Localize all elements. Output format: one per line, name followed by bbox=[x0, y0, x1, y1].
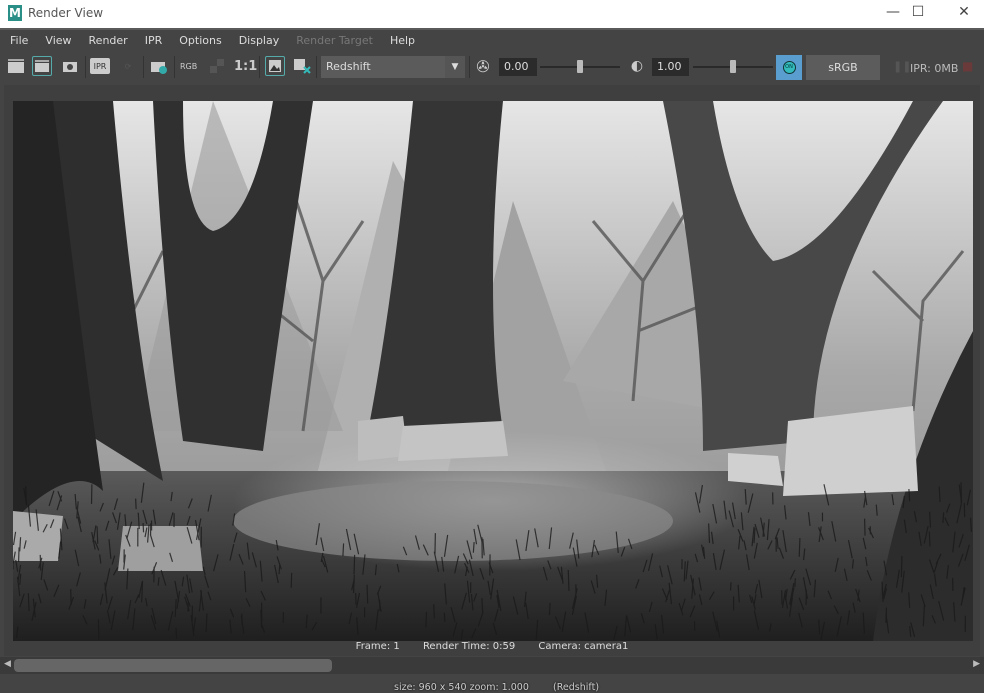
chevron-down-icon: ▼ bbox=[445, 56, 465, 78]
frame-info: Frame: 1 bbox=[356, 641, 400, 652]
view-transform-button[interactable]: sRGB gamma bbox=[806, 55, 880, 80]
close-button[interactable]: ✕ bbox=[949, 3, 979, 23]
snapshot-icon[interactable] bbox=[60, 56, 80, 76]
menu-help[interactable]: Help bbox=[380, 32, 422, 50]
on-icon: ON bbox=[783, 61, 796, 74]
remove-image-icon[interactable] bbox=[292, 56, 312, 76]
ipr-memory: IPR: 0MB bbox=[910, 62, 958, 75]
rendered-image bbox=[13, 101, 973, 641]
redo-render-icon[interactable] bbox=[6, 56, 26, 76]
menu-file[interactable]: File bbox=[0, 32, 35, 50]
maximize-button[interactable]: ☐ bbox=[903, 3, 933, 23]
image-viewport[interactable]: size: 960 x 540 zoom: 1.000 (Redshift) bbox=[4, 85, 980, 656]
window-title: Render View bbox=[28, 6, 103, 20]
menu-render-target[interactable]: Render Target bbox=[286, 32, 380, 50]
gamma-icon: ◐ bbox=[627, 56, 647, 76]
gamma-slider-thumb[interactable] bbox=[730, 60, 736, 73]
render-time: Render Time: 0:59 bbox=[423, 641, 515, 652]
stop-icon[interactable]: ■ bbox=[962, 56, 973, 76]
status-line: Frame: 1 Render Time: 0:59 Camera: camer… bbox=[0, 641, 984, 652]
renderer-info: (Redshift) bbox=[553, 682, 599, 693]
render-view-panel: File View Render IPR Options Display Ren… bbox=[0, 28, 984, 674]
camera-info: Camera: camera1 bbox=[538, 641, 628, 652]
pause-ipr-icon[interactable]: ❚❚ bbox=[893, 56, 911, 76]
keep-image-icon[interactable] bbox=[265, 56, 285, 76]
color-management-toggle[interactable]: ON bbox=[776, 55, 802, 80]
rgb-channels-button[interactable]: RGB bbox=[180, 56, 197, 76]
scroll-right-icon[interactable]: ▶ bbox=[973, 659, 980, 669]
ipr-render-icon[interactable]: IPR bbox=[90, 58, 110, 74]
menu-render[interactable]: Render bbox=[79, 32, 135, 50]
renderer-dropdown[interactable]: Redshift ▼ bbox=[321, 56, 465, 78]
render-settings-icon[interactable] bbox=[149, 56, 169, 76]
toolbar: IPR ⟳ RGB 1:1 Redshift ▼ ✇ 0.00 ◐ 1.00 ON… bbox=[0, 52, 984, 80]
exposure-field[interactable]: 0.00 bbox=[499, 58, 537, 76]
refresh-ipr-icon[interactable]: ⟳ bbox=[118, 56, 138, 76]
gamma-field[interactable]: 1.00 bbox=[652, 58, 689, 76]
image-info: size: 960 x 540 zoom: 1.000 (Redshift) bbox=[394, 682, 599, 693]
scroll-left-icon[interactable]: ◀ bbox=[4, 659, 11, 669]
size-info: size: 960 x 540 zoom: 1.000 bbox=[394, 682, 529, 693]
maya-logo: M bbox=[8, 5, 22, 21]
menu-display[interactable]: Display bbox=[229, 32, 287, 50]
menu-options[interactable]: Options bbox=[169, 32, 228, 50]
render-region-icon[interactable] bbox=[32, 56, 52, 76]
checker-icon[interactable] bbox=[207, 56, 227, 76]
scrollbar-thumb[interactable] bbox=[14, 659, 332, 672]
renderer-value: Redshift bbox=[326, 60, 371, 73]
real-size-button[interactable]: 1:1 bbox=[234, 56, 257, 76]
menu-view[interactable]: View bbox=[35, 32, 78, 50]
title-bar: M Render View — ☐ ✕ bbox=[0, 0, 984, 28]
exposure-slider-thumb[interactable] bbox=[577, 60, 583, 73]
menu-bar: File View Render IPR Options Display Ren… bbox=[0, 32, 422, 50]
horizontal-scrollbar[interactable]: ◀ ▶ bbox=[0, 657, 984, 674]
exposure-icon: ✇ bbox=[473, 56, 493, 76]
menu-ipr[interactable]: IPR bbox=[135, 32, 170, 50]
